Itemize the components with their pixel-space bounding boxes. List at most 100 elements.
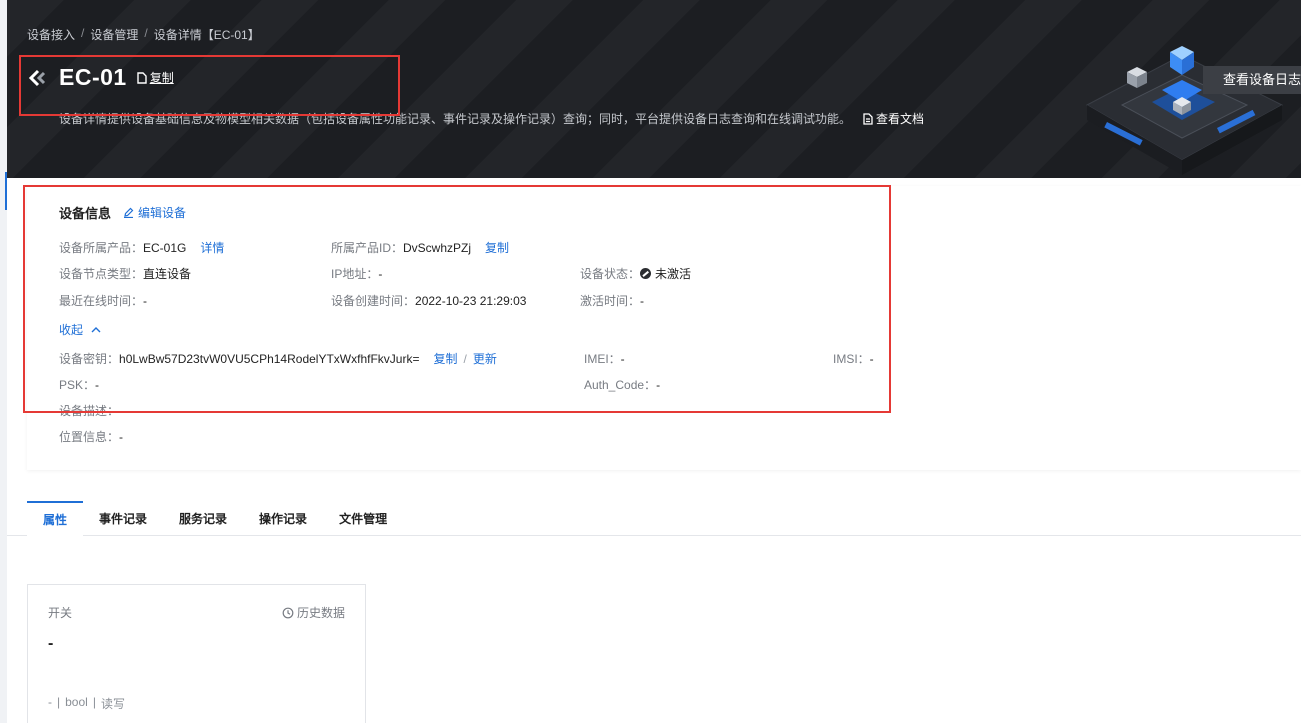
secret-label: 设备密钥：: [59, 352, 120, 366]
product-detail-link[interactable]: 详情: [200, 239, 224, 256]
psk-value: -: [95, 377, 100, 392]
location-value: -: [119, 429, 124, 444]
location-label: 位置信息：: [59, 430, 120, 444]
field-location: 位置信息： -: [59, 428, 123, 445]
copy-title-label: 复制: [149, 71, 174, 85]
property-value: -: [48, 635, 54, 652]
history-data-label: 历史数据: [297, 606, 346, 620]
page-header: 设备接入 / 设备管理 / 设备详情【EC-01】 EC-01 复制 设备详情提…: [7, 0, 1301, 178]
field-imsi: IMSI： -: [833, 350, 874, 367]
ip-value: -: [378, 266, 383, 281]
view-docs-label: 查看文档: [876, 112, 925, 126]
device-info-title-row: 设备信息 编辑设备: [59, 203, 186, 222]
property-name: 开关: [48, 606, 73, 620]
history-icon: [282, 607, 294, 618]
last-online-value: -: [143, 293, 148, 308]
property-unit: -: [48, 695, 52, 709]
copy-title-button[interactable]: 复制: [137, 69, 174, 86]
breadcrumb-item-manage[interactable]: 设备管理: [90, 26, 138, 43]
back-button[interactable]: [27, 67, 49, 89]
device-info-title: 设备信息: [59, 206, 112, 221]
device-illustration: [1085, 46, 1284, 175]
field-last-online: 最近在线时间： -: [59, 292, 147, 309]
imsi-value: -: [869, 351, 874, 366]
field-description: 设备描述： -: [59, 402, 123, 419]
breadcrumb-separator: /: [81, 26, 85, 40]
activated-label: 激活时间：: [580, 294, 641, 308]
edit-device-label: 编辑设备: [138, 206, 187, 220]
field-secret: 设备密钥： h0LwBw57D23tvW0VU5CPh14RodelYTxWxf…: [59, 350, 497, 367]
product-label: 设备所属产品：: [59, 241, 144, 255]
description-value: -: [119, 403, 124, 418]
back-chevron-icon: [28, 69, 46, 86]
detail-tabs: 属性 事件记录 服务记录 操作记录 文件管理: [27, 501, 403, 536]
edit-icon: [124, 207, 134, 218]
product-id-label: 所属产品ID：: [331, 241, 404, 255]
product-value: EC-01G: [143, 240, 187, 255]
chevron-up-icon: [91, 326, 101, 332]
breadcrumb: 设备接入 / 设备管理 / 设备详情【EC-01】: [27, 26, 260, 43]
ip-label: IP地址：: [331, 267, 379, 281]
field-created: 设备创建时间： 2022-10-23 21:29:03: [331, 292, 526, 309]
created-value: 2022-10-23 21:29:03: [415, 293, 527, 308]
property-card: 开关 历史数据 - - | bool | 读写: [27, 584, 366, 723]
created-label: 设备创建时间：: [331, 294, 416, 308]
node-type-value: 直连设备: [143, 267, 192, 281]
secret-copy-button[interactable]: 复制: [433, 350, 457, 367]
header-description-text: 设备详情提供设备基础信息及物模型相关数据（包括设备属性功能记录、事件记录及操作记…: [59, 112, 852, 126]
last-online-label: 最近在线时间：: [59, 294, 144, 308]
node-type-label: 设备节点类型：: [59, 267, 144, 281]
field-node-type: 设备节点类型： 直连设备: [59, 265, 191, 282]
imei-label: IMEI：: [584, 352, 621, 366]
field-auth-code: Auth_Code： -: [584, 376, 660, 393]
field-ip: IP地址： -: [331, 265, 382, 282]
tab-services[interactable]: 服务记录: [163, 501, 243, 536]
breadcrumb-item-detail: 设备详情【EC-01】: [153, 28, 260, 42]
status-dot-icon: [640, 268, 652, 279]
copy-icon: [137, 71, 147, 84]
page-title: EC-01: [59, 64, 127, 90]
left-nav-strip: [0, 0, 7, 723]
field-product: 设备所属产品： EC-01G 详情: [59, 239, 224, 256]
auth-code-value: -: [656, 377, 661, 392]
header-description: 设备详情提供设备基础信息及物模型相关数据（包括设备属性功能记录、事件记录及操作记…: [59, 110, 924, 127]
history-data-button[interactable]: 历史数据: [282, 604, 345, 621]
auth-code-label: Auth_Code：: [584, 378, 657, 392]
doc-icon: [863, 112, 873, 125]
status-label: 设备状态：: [580, 267, 641, 281]
tab-files[interactable]: 文件管理: [323, 501, 403, 536]
property-meta: - | bool | 读写: [48, 695, 125, 712]
secret-update-button[interactable]: 更新: [473, 350, 497, 367]
title-row: EC-01 复制: [27, 64, 174, 91]
description-label: 设备描述：: [59, 404, 120, 418]
field-product-id: 所属产品ID： DvScwhzPZj 复制: [331, 239, 509, 256]
tab-properties[interactable]: 属性: [27, 501, 84, 536]
field-activated: 激活时间： -: [580, 292, 644, 309]
field-imei: IMEI： -: [584, 350, 625, 367]
view-docs-link[interactable]: 查看文档: [863, 110, 924, 127]
secret-separator: /: [463, 351, 467, 366]
field-status: 设备状态： 未激活: [580, 265, 691, 282]
status-value: 未激活: [655, 267, 692, 281]
activated-value: -: [640, 293, 645, 308]
collapse-label: 收起: [59, 323, 84, 337]
tab-operations[interactable]: 操作记录: [243, 501, 323, 536]
view-device-log-button[interactable]: 查看设备日志: [1203, 66, 1301, 94]
property-meta-separator: |: [92, 695, 96, 709]
edit-device-button[interactable]: 编辑设备: [123, 204, 186, 221]
product-id-value: DvScwhzPZj: [403, 240, 472, 255]
product-id-copy-button[interactable]: 复制: [485, 239, 509, 256]
tab-events[interactable]: 事件记录: [83, 501, 163, 536]
property-access-mode: 读写: [100, 697, 125, 711]
imsi-label: IMSI：: [833, 352, 870, 366]
field-psk: PSK： -: [59, 376, 99, 393]
device-info-card: 设备信息 编辑设备 设备所属产品： EC-01G 详情 所属产品ID： DvSc…: [27, 186, 1301, 470]
collapse-toggle[interactable]: 收起: [59, 321, 102, 338]
psk-label: PSK：: [59, 378, 96, 392]
breadcrumb-separator: /: [144, 26, 148, 40]
imei-value: -: [620, 351, 625, 366]
property-type: bool: [65, 695, 88, 709]
secret-value: h0LwBw57D23tvW0VU5CPh14RodelYTxWxfhfFkvJ…: [119, 351, 420, 366]
property-meta-separator: |: [57, 695, 61, 709]
breadcrumb-item-access[interactable]: 设备接入: [27, 26, 75, 43]
